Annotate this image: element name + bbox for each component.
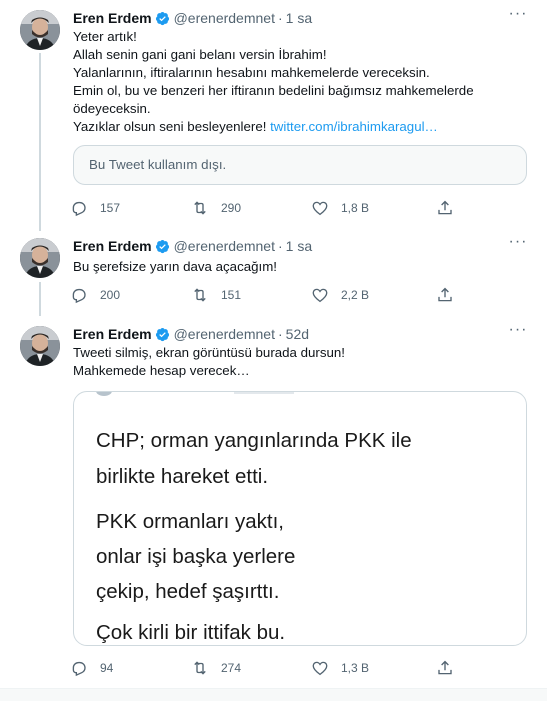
image-text-line: Çok kirli bir ittifak bu.: [96, 621, 286, 644]
tweet-text-line: Yazıklar olsun seni besleyenlere! twitte…: [73, 118, 528, 136]
tweet-text-line: Yalanlarının, iftiralarının hesabını mah…: [73, 65, 430, 80]
share-icon: [438, 200, 452, 215]
display-name[interactable]: Eren Erdem: [73, 10, 152, 26]
retweet-count: 151: [221, 288, 242, 302]
tweet-text-line: ödeyeceksin.: [73, 101, 151, 116]
reply-icon: [72, 661, 86, 677]
tweet-text-line: Emin ol, bu ve benzeri her iftiranın bed…: [73, 83, 474, 98]
reply-count: 200: [100, 288, 121, 302]
tweet-text: Tweeti silmiş, ekran görüntüsü burada du…: [73, 344, 528, 380]
retweet-icon: [194, 288, 206, 302]
like-button[interactable]: 1,8 B: [311, 198, 369, 218]
cropped-header: [234, 392, 294, 394]
retweet-icon: [194, 201, 206, 215]
retweet-button[interactable]: 290: [191, 198, 241, 218]
separator-dot: ·: [277, 326, 283, 342]
avatar[interactable]: [20, 326, 60, 366]
timestamp[interactable]: 52d: [286, 326, 309, 342]
separator-dot: ·: [277, 238, 283, 254]
share-button[interactable]: [436, 198, 454, 218]
tweet-text-line: Allah senin gani gani belanı versin İbra…: [73, 47, 327, 62]
tweet-text: Yeter artık! Allah senin gani gani belan…: [73, 28, 528, 136]
image-text-line: birlikte hareket etti.: [96, 465, 269, 488]
timestamp[interactable]: 1 sa: [286, 238, 312, 254]
like-icon: [312, 201, 328, 216]
retweet-button[interactable]: 274: [191, 658, 241, 678]
avatar[interactable]: [20, 238, 60, 278]
verified-icon: [155, 327, 170, 342]
verified-icon: [155, 11, 170, 26]
tweet-header: Eren Erdem @erenerdemnet · 52d: [73, 324, 309, 344]
reply-icon: [72, 201, 86, 217]
action-bar: 157 290 1,8 B: [70, 198, 470, 218]
tweet[interactable]: Eren Erdem @erenerdemnet · 1 sa ··· Bu ş…: [0, 228, 547, 316]
tweet-text-line: Tweeti silmiş, ekran görüntüsü burada du…: [73, 345, 345, 360]
like-button[interactable]: 1,3 B: [311, 658, 369, 678]
retweet-button[interactable]: 151: [191, 285, 241, 305]
handle[interactable]: @erenerdemnet: [174, 238, 275, 254]
tweet-header: Eren Erdem @erenerdemnet · 1 sa: [73, 236, 312, 256]
handle[interactable]: @erenerdemnet: [174, 326, 275, 342]
separator-dot: ·: [277, 10, 283, 26]
handle[interactable]: @erenerdemnet: [174, 10, 275, 26]
image-text-line: çekip, hedef şaşırttı.: [96, 580, 280, 603]
reply-count: 94: [100, 661, 114, 675]
display-name[interactable]: Eren Erdem: [73, 238, 152, 254]
tweet-text-line: Bu şerefsize yarın dava açacağım!: [73, 259, 277, 274]
image-text-line: CHP; orman yangınlarında PKK ile: [96, 429, 412, 452]
verified-icon: [155, 239, 170, 254]
like-count: 1,8 B: [341, 201, 370, 215]
image-text-line: PKK ormanları yaktı,: [96, 510, 284, 533]
like-count: 1,3 B: [341, 661, 370, 675]
share-icon: [438, 287, 452, 302]
retweet-icon: [194, 661, 206, 675]
reply-button[interactable]: 157: [70, 198, 120, 218]
reply-button[interactable]: 200: [70, 285, 120, 305]
more-icon[interactable]: ···: [508, 234, 528, 256]
share-button[interactable]: [436, 658, 454, 678]
retweet-count: 290: [221, 201, 242, 215]
tweet-text-line: Yeter artık!: [73, 29, 137, 44]
tweet-text-segment: Yazıklar olsun seni besleyenlere!: [73, 119, 271, 134]
bottom-divider: [0, 688, 547, 701]
cropped-avatar: [96, 392, 112, 396]
more-icon[interactable]: ···: [508, 6, 528, 28]
tweet-link[interactable]: twitter.com/ibrahimkaragul…: [270, 119, 438, 134]
reply-button[interactable]: 94: [70, 658, 113, 678]
display-name[interactable]: Eren Erdem: [73, 326, 152, 342]
more-icon[interactable]: ···: [508, 322, 528, 344]
tweet-text-line: Mahkemede hesap verecek…: [73, 363, 250, 378]
tweet-text: Bu şerefsize yarın dava açacağım!: [73, 258, 528, 276]
image-text-line: onlar işi başka yerlere: [96, 545, 296, 568]
like-icon: [312, 661, 328, 676]
reply-count: 157: [100, 201, 121, 215]
action-bar: 200 151 2,2 B: [70, 285, 470, 305]
share-button[interactable]: [436, 285, 454, 305]
share-icon: [438, 660, 452, 675]
like-icon: [312, 288, 328, 303]
tweet-header: Eren Erdem @erenerdemnet · 1 sa: [73, 8, 312, 28]
retweet-count: 274: [221, 661, 242, 675]
like-button[interactable]: 2,2 B: [311, 285, 369, 305]
like-count: 2,2 B: [341, 288, 370, 302]
reply-icon: [72, 288, 86, 304]
attached-image[interactable]: CHP; orman yangınlarında PKK ile birlikt…: [73, 391, 527, 646]
avatar[interactable]: [20, 10, 60, 50]
tweet[interactable]: Eren Erdem @erenerdemnet · 1 sa ··· Yete…: [0, 0, 547, 228]
unavailable-quote-card[interactable]: Bu Tweet kullanım dışı.: [73, 145, 527, 185]
action-bar: 94 274 1,3 B: [70, 658, 470, 678]
timestamp[interactable]: 1 sa: [286, 10, 312, 26]
